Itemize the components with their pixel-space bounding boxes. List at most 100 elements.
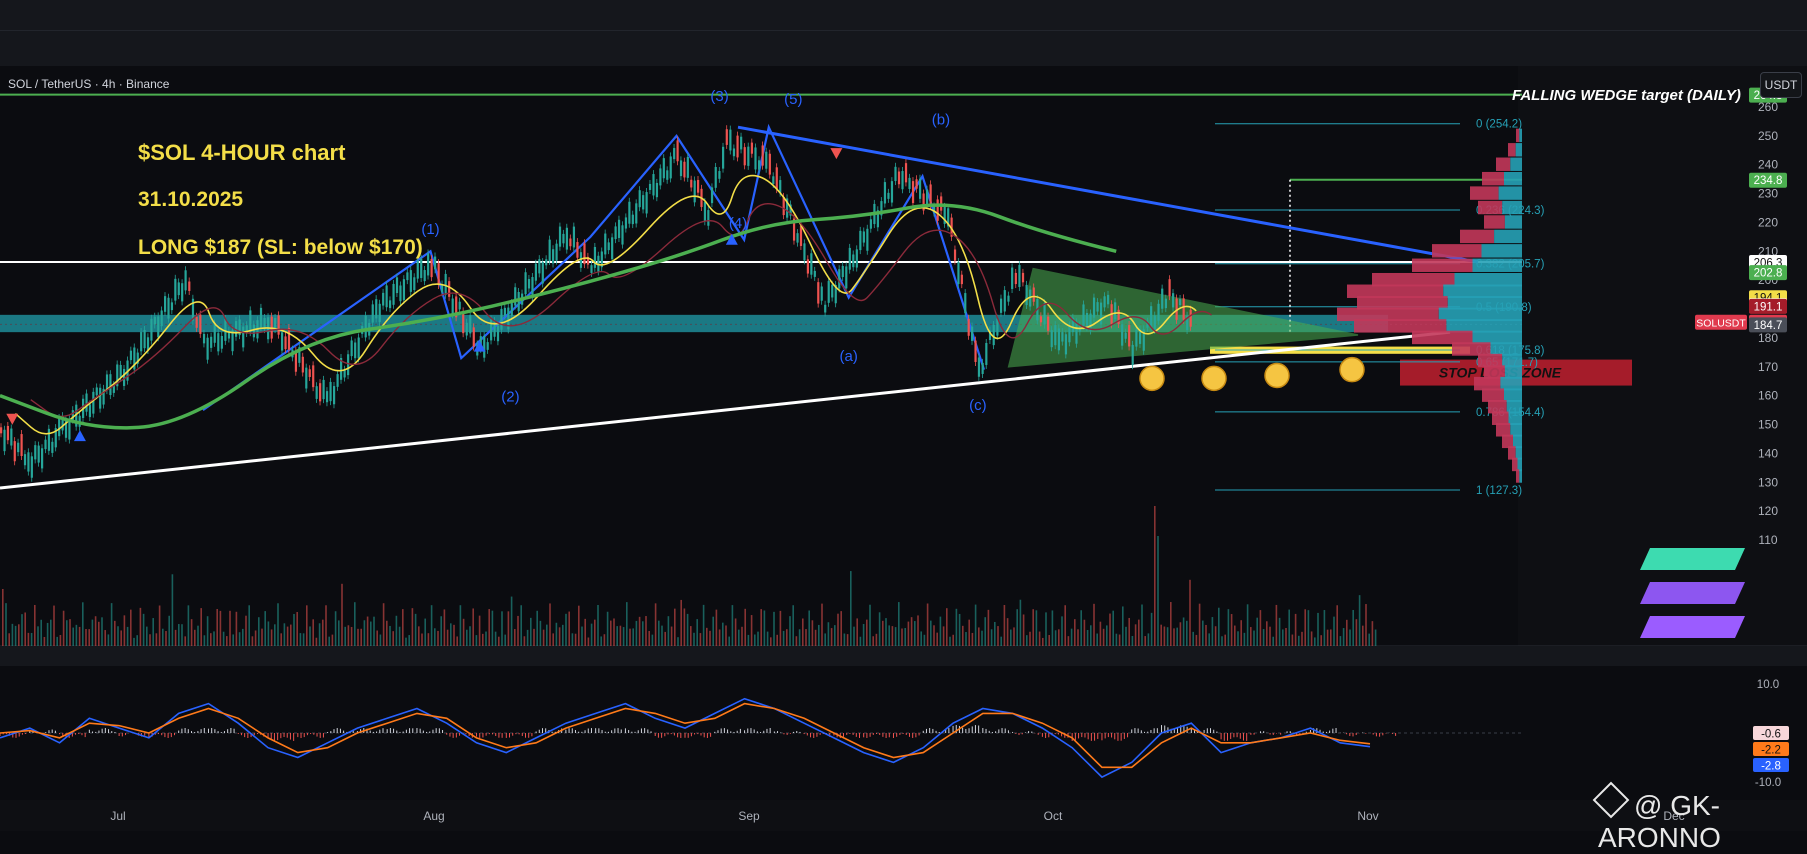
volume-bar (434, 628, 436, 646)
volume-profile-bar (1484, 365, 1505, 379)
candle-body (707, 210, 710, 226)
volume-bar (891, 626, 894, 646)
candle-body (146, 337, 150, 350)
volume-bar (1029, 631, 1031, 646)
volume-profile-bar (1432, 244, 1482, 258)
volume-bar (226, 636, 228, 646)
volume-bar (622, 627, 625, 646)
volume-bar (1134, 624, 1137, 646)
volume-profile-bar (1337, 307, 1439, 322)
candle-body (164, 296, 167, 312)
volume-bar (1186, 620, 1188, 646)
candle-body (308, 369, 311, 378)
candle-body (500, 308, 503, 330)
volume-bar (1006, 618, 1009, 646)
volume-bar (1144, 636, 1146, 646)
volume-bar (850, 571, 852, 646)
candle-body (1014, 272, 1017, 285)
volume-profile-bar (1472, 258, 1522, 272)
volume-profile-bar (1504, 388, 1522, 402)
volume-profile-bar (1443, 284, 1522, 298)
volume-bar (1138, 619, 1140, 646)
volume-bar (987, 609, 990, 646)
candle-body (13, 441, 16, 462)
candle-body (119, 364, 122, 378)
panel-gap (0, 646, 1807, 666)
volume-bar (923, 634, 926, 646)
volume-bar (40, 619, 42, 646)
candle-body (406, 272, 409, 281)
candle-body (673, 148, 676, 160)
volume-bar (203, 635, 206, 646)
volume-bar (664, 631, 666, 646)
volume-bar (933, 625, 935, 646)
volume-bar (523, 636, 526, 646)
candle-body (718, 171, 721, 179)
volume-bar (1374, 629, 1377, 646)
price-axis-tick: 230 (1758, 187, 1778, 201)
candle-body (23, 454, 27, 466)
candle-body (1157, 303, 1160, 321)
volume-profile-bar (1516, 469, 1520, 483)
solana-logo-bar-icon (1640, 548, 1745, 570)
candle-body (1057, 328, 1060, 351)
candle-body (399, 285, 402, 302)
volume-profile-bar (1490, 342, 1522, 356)
candle-body (831, 284, 834, 298)
candle-body (347, 354, 350, 376)
candle-body (1124, 332, 1127, 339)
volume-bar (795, 636, 798, 646)
volume-bar (363, 620, 366, 646)
volume-bar (1294, 613, 1297, 646)
candle-body (388, 300, 392, 309)
candle-body (170, 302, 174, 311)
symbol-header[interactable]: SOL / TetherUS · 4h · Binance (8, 77, 169, 91)
volume-profile-bar (1498, 186, 1522, 200)
volume-bar (1154, 506, 1156, 646)
currency-button[interactable]: USDT (1760, 72, 1802, 98)
candle-body (679, 160, 683, 177)
volume-bar (184, 636, 186, 646)
volume-profile-bar (1519, 128, 1522, 143)
volume-bar (430, 605, 433, 646)
candle-body (862, 231, 865, 243)
volume-bar (690, 626, 692, 646)
candle-body (441, 284, 444, 293)
volume-bar (270, 629, 273, 646)
volume-profile-bar (1357, 296, 1448, 310)
candle-body (799, 225, 803, 246)
candle-body (420, 258, 423, 278)
volume-profile-bar (1504, 215, 1522, 229)
volume-bar (136, 635, 138, 646)
volume-bar (949, 636, 951, 646)
volume-bar (952, 634, 954, 646)
volume-bar (786, 629, 788, 646)
volume-bar (773, 611, 775, 646)
volume-bar (11, 623, 14, 646)
candle-body (1043, 303, 1046, 325)
volume-bar (485, 631, 487, 646)
candle-body (503, 307, 507, 316)
volume-bar (1333, 616, 1335, 646)
volume-bar (581, 626, 583, 646)
candle-body (974, 340, 977, 362)
candle-body (866, 228, 869, 251)
volume-bar (139, 607, 142, 646)
candle-body (280, 332, 284, 351)
volume-bar (1243, 632, 1246, 646)
volume-bar (1160, 624, 1162, 646)
volume-bar (885, 618, 887, 646)
volume-bar (302, 633, 305, 646)
candle-body (378, 303, 381, 322)
elliott-wave-label: (1) (421, 221, 439, 238)
volume-bar (645, 616, 647, 646)
volume-profile-bar (1474, 376, 1501, 391)
candle-body (697, 179, 700, 193)
pointing-hand-icon (1264, 362, 1290, 389)
volume-bar (69, 619, 71, 646)
volume-bar (245, 615, 247, 646)
candle-body (999, 298, 1003, 313)
volume-bar (277, 603, 279, 646)
candle-body (810, 253, 813, 275)
volume-bar (450, 623, 452, 646)
